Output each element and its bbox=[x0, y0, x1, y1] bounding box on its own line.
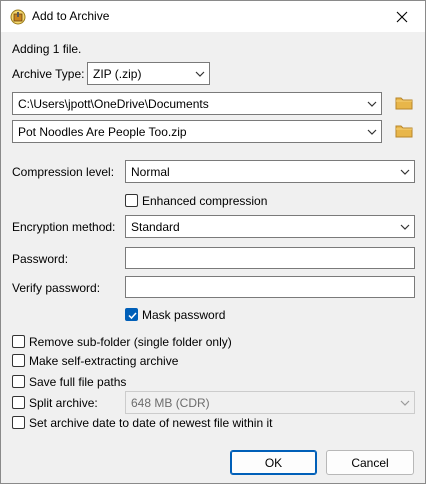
chevron-down-icon bbox=[400, 224, 410, 230]
add-to-archive-dialog: Add to Archive Adding 1 file. Archive Ty… bbox=[0, 0, 426, 484]
archive-filename-value: Pot Noodles Are People Too.zip bbox=[18, 125, 187, 139]
chevron-down-icon bbox=[367, 129, 377, 135]
password-label: Password: bbox=[12, 252, 69, 266]
archive-app-icon bbox=[10, 9, 26, 25]
title-bar: Add to Archive bbox=[1, 1, 425, 32]
adding-info-text: Adding 1 file. bbox=[12, 42, 82, 56]
chevron-down-icon bbox=[400, 400, 410, 406]
chevron-down-icon bbox=[367, 101, 377, 107]
close-button[interactable] bbox=[379, 1, 425, 32]
compression-level-label: Compression level: bbox=[12, 165, 115, 179]
compression-level-select[interactable]: Normal bbox=[125, 160, 415, 183]
self-extracting-checkbox[interactable] bbox=[12, 354, 25, 367]
destination-folder-combo[interactable]: C:\Users\jpott\OneDrive\Documents bbox=[12, 92, 382, 115]
close-icon bbox=[396, 11, 408, 22]
check-icon bbox=[128, 312, 137, 320]
remove-subfolder-label: Remove sub-folder (single folder only) bbox=[29, 335, 232, 349]
encryption-method-value: Standard bbox=[131, 220, 180, 234]
save-full-paths-label: Save full file paths bbox=[29, 375, 127, 389]
split-size-value: 648 MB (CDR) bbox=[131, 396, 210, 410]
window-title: Add to Archive bbox=[32, 9, 110, 23]
archive-type-value: ZIP (.zip) bbox=[93, 67, 142, 81]
remove-subfolder-checkbox[interactable] bbox=[12, 335, 25, 348]
folder-icon[interactable] bbox=[395, 95, 413, 111]
compression-level-value: Normal bbox=[131, 165, 170, 179]
destination-folder-value: C:\Users\jpott\OneDrive\Documents bbox=[18, 97, 209, 111]
verify-password-input[interactable] bbox=[125, 276, 415, 298]
enhanced-compression-checkbox[interactable] bbox=[125, 194, 138, 207]
encryption-method-select[interactable]: Standard bbox=[125, 215, 415, 238]
folder-icon[interactable] bbox=[395, 123, 413, 139]
split-archive-label: Split archive: bbox=[29, 396, 98, 410]
encryption-method-label: Encryption method: bbox=[12, 220, 116, 234]
archive-date-checkbox[interactable] bbox=[12, 416, 25, 429]
self-extracting-label: Make self-extracting archive bbox=[29, 354, 179, 368]
verify-password-label: Verify password: bbox=[12, 281, 101, 295]
archive-type-select[interactable]: ZIP (.zip) bbox=[87, 62, 210, 85]
archive-filename-combo[interactable]: Pot Noodles Are People Too.zip bbox=[12, 120, 382, 143]
archive-date-label: Set archive date to date of newest file … bbox=[29, 416, 273, 430]
mask-password-checkbox[interactable] bbox=[125, 308, 138, 321]
mask-password-label: Mask password bbox=[142, 308, 226, 322]
split-archive-checkbox[interactable] bbox=[12, 396, 25, 409]
enhanced-compression-label: Enhanced compression bbox=[142, 194, 268, 208]
chevron-down-icon bbox=[400, 169, 410, 175]
archive-type-label: Archive Type: bbox=[12, 67, 85, 81]
chevron-down-icon bbox=[195, 71, 205, 77]
ok-button[interactable]: OK bbox=[230, 450, 317, 475]
password-input[interactable] bbox=[125, 247, 415, 269]
split-size-select[interactable]: 648 MB (CDR) bbox=[125, 391, 415, 414]
cancel-button[interactable]: Cancel bbox=[326, 450, 414, 475]
save-full-paths-checkbox[interactable] bbox=[12, 375, 25, 388]
